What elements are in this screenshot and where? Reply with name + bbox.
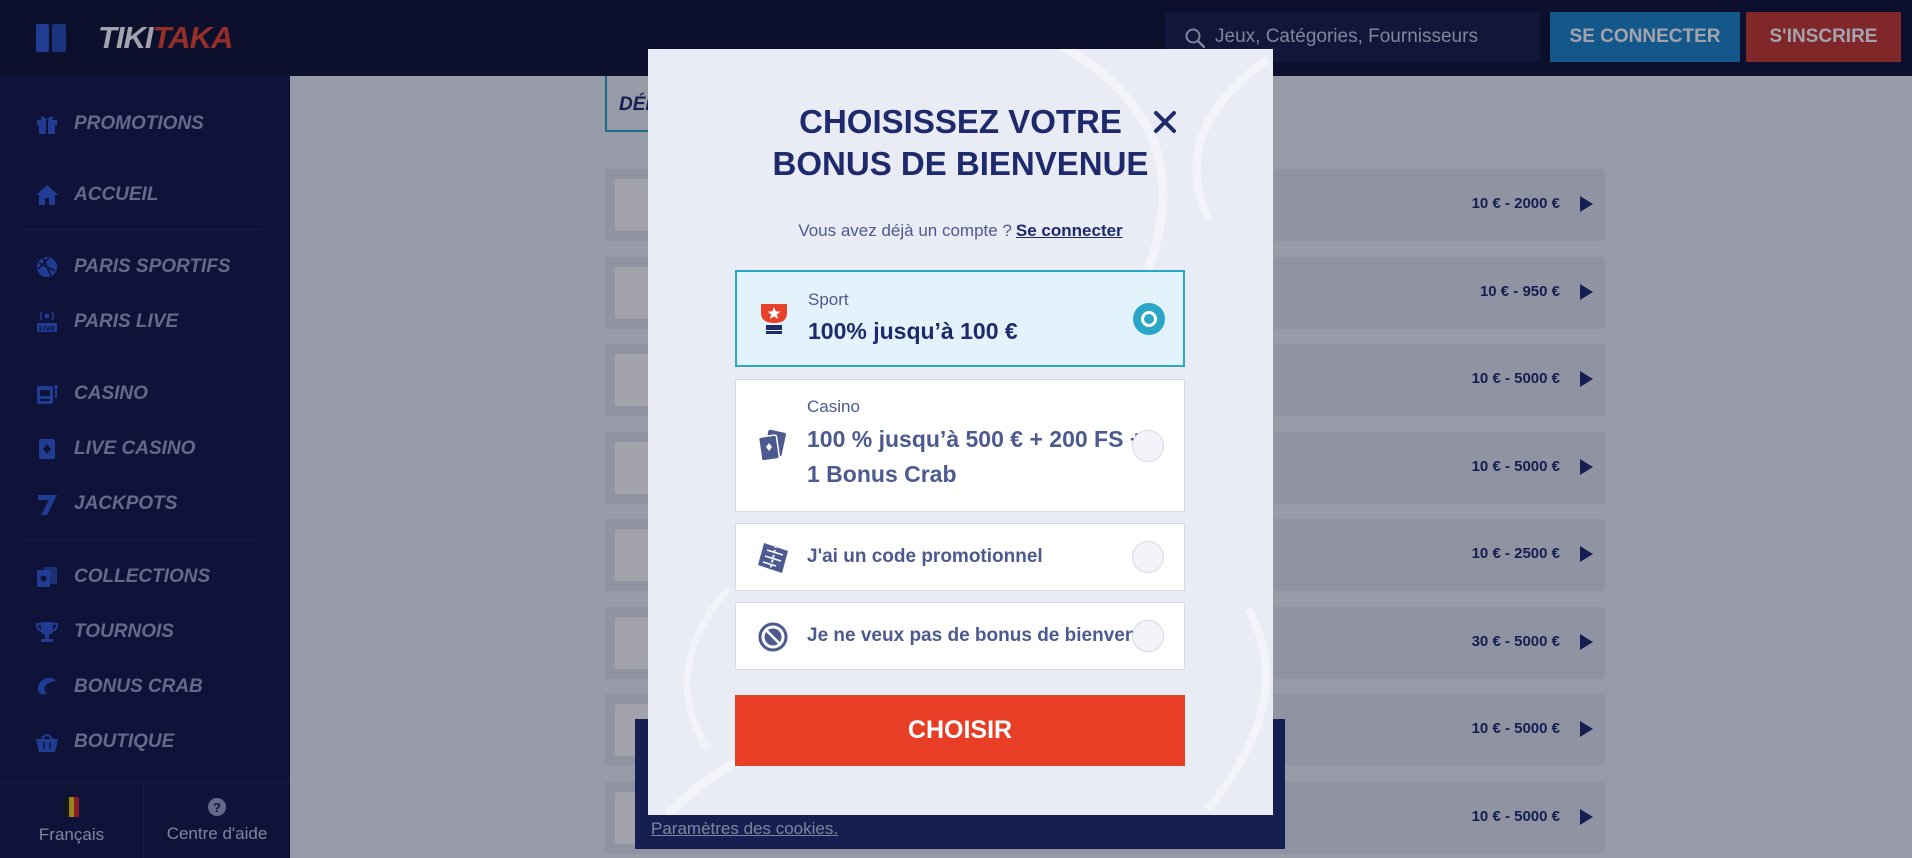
- option-radio[interactable]: [1132, 541, 1164, 573]
- choose-button[interactable]: CHOISIR: [735, 695, 1185, 766]
- login-link[interactable]: Se connecter: [1016, 221, 1123, 240]
- login-prompt: Vous avez déjà un compte ? Se connecter: [648, 221, 1273, 241]
- close-button[interactable]: [1148, 105, 1182, 139]
- option-title: J'ai un code promotionnel: [807, 546, 1043, 567]
- option-radio[interactable]: [1132, 430, 1164, 462]
- option-title: 100 % jusqu’à 500 € + 200 FS +: [807, 426, 1144, 452]
- bonus-option-no-bonus[interactable]: Je ne veux pas de bonus de bienvenue: [735, 602, 1185, 670]
- option-title: Je ne veux pas de bonus de bienvenue: [807, 625, 1159, 646]
- bonus-option-casino[interactable]: Casino 100 % jusqu’à 500 € + 200 FS + 1 …: [735, 379, 1185, 512]
- trophy-icon: [757, 301, 791, 335]
- bonus-option-sport[interactable]: Sport 100% jusqu’à 100 €: [735, 270, 1185, 367]
- close-icon: [1154, 111, 1176, 133]
- cards-icon: [756, 429, 790, 463]
- bonus-option-promo-code[interactable]: J'ai un code promotionnel: [735, 523, 1185, 591]
- option-category: Sport: [808, 290, 849, 309]
- modal-title-line: BONUS DE BIENVENUE: [772, 145, 1149, 182]
- login-prompt-text: Vous avez déjà un compte ?: [798, 221, 1012, 240]
- option-title: 1 Bonus Crab: [807, 461, 957, 487]
- ticket-icon: [756, 541, 790, 575]
- option-radio[interactable]: [1133, 303, 1165, 335]
- option-radio[interactable]: [1132, 620, 1164, 652]
- option-category: Casino: [807, 397, 860, 416]
- forbidden-icon: [756, 620, 790, 654]
- welcome-bonus-modal: CHOISISSEZ VOTRE BONUS DE BIENVENUE Vous…: [648, 49, 1273, 815]
- option-title: 100% jusqu’à 100 €: [808, 318, 1018, 344]
